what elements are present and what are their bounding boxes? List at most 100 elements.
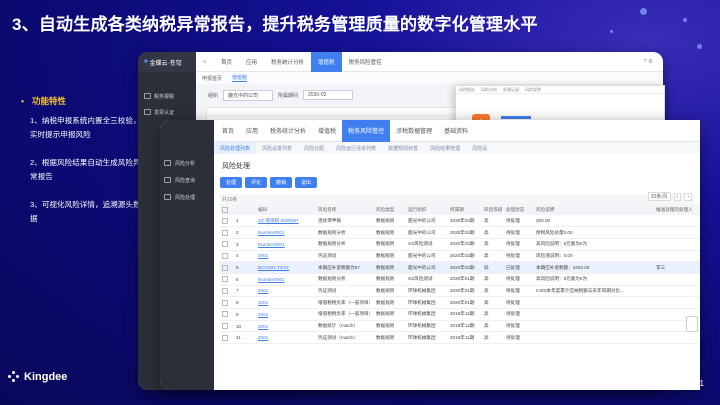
risk-code-link[interactable]: 2001	[256, 250, 316, 263]
tab[interactable]: 风险设置列表	[256, 142, 298, 154]
tab[interactable]: 风险设	[466, 142, 493, 154]
exit-button[interactable]: 退出	[295, 177, 318, 188]
tab[interactable]: 申报首页	[202, 75, 222, 82]
scroll-handle[interactable]	[686, 316, 698, 332]
table-cell: 待处理	[504, 320, 534, 333]
tab[interactable]: 风险运行清单列表	[330, 142, 382, 154]
row-checkbox[interactable]	[220, 285, 234, 298]
risk-code-link[interactable]: 2001	[256, 320, 316, 333]
risk-code-link[interactable]: Number0001	[256, 273, 316, 286]
period-label: 所属期间	[278, 92, 299, 99]
table-row[interactable]: 4 2001 凭证测试 数据规则 鹿光中的公司 2020年02期高待处理 风险值说明：0.0…	[220, 250, 700, 263]
table-cell: 数据规则	[374, 296, 406, 309]
tab-active[interactable]: 风险处理列表	[214, 142, 257, 154]
comment-button[interactable]: 评论	[245, 177, 268, 188]
sidebar-item[interactable]: 风险查询	[160, 173, 214, 187]
revoke-button[interactable]: 撤销	[270, 177, 293, 188]
sidebar-item[interactable]: 税务报税	[138, 88, 196, 104]
table-cell: 低	[482, 261, 504, 274]
table-cell: 3	[234, 238, 256, 251]
table-row[interactable]: 5 BCHS01-TEST 本期应补退税额为57 数据规则 鹿光中的公司 2020年02期…	[220, 261, 700, 274]
nav-item-active[interactable]: 增值税	[311, 52, 342, 72]
help-icon[interactable]: ? ⚙	[643, 59, 663, 65]
row-checkbox[interactable]	[220, 226, 234, 239]
sidebar-item[interactable]: 发票认证	[138, 104, 196, 120]
table-cell: 数据规则	[374, 261, 406, 274]
select-all-checkbox[interactable]	[220, 204, 234, 215]
table-row[interactable]: 9 1001 增值税税负率（一般项目） 数据规则 环球机械集团 2019年12期高待处理	[220, 308, 700, 321]
popup-tab[interactable]: 风险分析	[481, 87, 497, 93]
risk-code-link[interactable]: 1001	[256, 308, 316, 321]
table-cell: 凭证测试（match）	[316, 331, 374, 345]
row-checkbox[interactable]	[220, 261, 234, 274]
risk-code-link[interactable]: 2001	[256, 285, 316, 298]
table-cell: 数据规则	[374, 308, 406, 321]
row-checkbox[interactable]	[220, 331, 234, 345]
nav-item[interactable]: 基础资料	[438, 120, 474, 142]
risk-code-link[interactable]: 1001	[256, 296, 316, 309]
table-row[interactable]: 7 2001 凭证测试 数据规则 环球机械集团 2020年01期高待处理 0.00(本年度累…	[220, 285, 700, 298]
row-checkbox[interactable]	[220, 320, 234, 333]
row-checkbox[interactable]	[220, 296, 234, 309]
page-size-select[interactable]: 20条/页	[647, 192, 671, 201]
nav-item-active[interactable]: 税务风险管控	[342, 120, 391, 142]
tab[interactable]: 数据规则标签	[382, 142, 424, 154]
table-row[interactable]: 1 SZ-增值税-0000087 连续零申报 数据规则 鹿光中的公司 2020年02期高待…	[220, 215, 700, 228]
table-cell: 2020年02期	[448, 261, 482, 274]
nav-item[interactable]: 税务统计分析	[264, 58, 311, 66]
nav-item[interactable]: 应用	[239, 58, 264, 66]
table-row[interactable]: 6 Number0001 数据规则分析 数据规则 SS风险测试 2020年01期高待处理高…	[220, 273, 700, 286]
row-checkbox[interactable]	[220, 308, 234, 321]
process-button[interactable]: 处理	[220, 177, 243, 188]
nav-item[interactable]: 增值税	[312, 120, 342, 142]
front-sidebar: 风险分析 风险查询 风险处理	[160, 120, 214, 390]
row-checkbox[interactable]	[220, 215, 234, 228]
row-checkbox[interactable]	[220, 250, 234, 263]
risk-code-link[interactable]: 2001	[256, 331, 316, 345]
risk-code-link[interactable]: Number0001	[256, 238, 316, 251]
table-row[interactable]: 2 Number0001 数据规则分析 数据规则 鹿光中的公司 2020年02期高待处理附…	[220, 226, 700, 239]
page-title: 风险处理	[222, 163, 250, 170]
table-cell: 数据规则	[374, 285, 406, 298]
nav-item[interactable]: 税务风险管控	[342, 58, 389, 66]
table-cell: 2019年12期	[448, 308, 482, 321]
next-page-button[interactable]: ›	[684, 192, 692, 201]
table-row[interactable]: 3 Number0001 数据规则分析 数据规则 SS风险测试 2020年02期高待处理高…	[220, 238, 700, 251]
table-cell: 环球机械集团	[406, 308, 448, 321]
table-row[interactable]: 8 1001 增值税税负率（一般项目） 数据规则 环球机械集团 2020年01期高待处理	[220, 296, 700, 309]
row-checkbox[interactable]	[220, 238, 234, 251]
table-cell: 鹿光中的公司	[406, 250, 448, 263]
nav-item[interactable]: 税务统计分析	[264, 120, 312, 142]
nav-item[interactable]: 应用	[240, 120, 264, 142]
nav-item[interactable]: 首页	[216, 120, 240, 142]
tab-active[interactable]: 增值税	[232, 74, 248, 82]
popup-tab[interactable]: 风险报告	[459, 87, 475, 93]
home-icon[interactable]: ⌂	[196, 59, 214, 65]
column-header: 风险说明	[534, 204, 654, 215]
table-row[interactable]: 10 2001 数据统计（match） 数据规则 环球机械集团 2019年12期高待处理	[220, 320, 700, 333]
table-row[interactable]: 11 2001 凭证测试（match） 数据规则 环球机械集团 2019年11期高待处理	[220, 331, 700, 345]
table-cell: 环球机械集团	[406, 331, 448, 345]
table-cell: 0.00(本年度累计应纳税额与去年同期对比...	[534, 285, 654, 298]
risk-code-link[interactable]: Number0001	[256, 226, 316, 239]
period-select[interactable]: 2020-02	[303, 90, 354, 100]
nav-item[interactable]: 首页	[214, 58, 239, 66]
tab[interactable]: 风险分配	[298, 142, 330, 154]
table-cell: 环球机械集团	[406, 296, 448, 309]
popup-tab[interactable]: 处理记录	[503, 87, 519, 93]
risk-code-link[interactable]: BCHS01-TEST	[256, 261, 316, 274]
risk-code-link[interactable]: SZ-增值税-0000087	[256, 215, 316, 228]
prev-page-button[interactable]: ‹	[673, 192, 682, 201]
table-cell: 高	[482, 285, 504, 298]
sidebar-item[interactable]: 风险处理	[160, 190, 214, 204]
row-checkbox[interactable]	[220, 273, 234, 286]
tab[interactable]: 风险结果管理	[424, 142, 466, 154]
org-select[interactable]: 鹿光中的公司	[223, 89, 274, 101]
sidebar-item[interactable]: 风险分析	[160, 156, 214, 170]
table-cell: 待处理	[504, 296, 534, 309]
popup-tab[interactable]: 风险说明	[525, 87, 541, 93]
table-body: 1 SZ-增值税-0000087 连续零申报 数据规则 鹿光中的公司 2020年02期高待…	[220, 215, 700, 345]
table-cell: 鹿光中的公司	[406, 261, 448, 274]
table-cell: 凭证测试	[316, 250, 374, 263]
nav-item[interactable]: 涉税数据管理	[390, 120, 438, 142]
